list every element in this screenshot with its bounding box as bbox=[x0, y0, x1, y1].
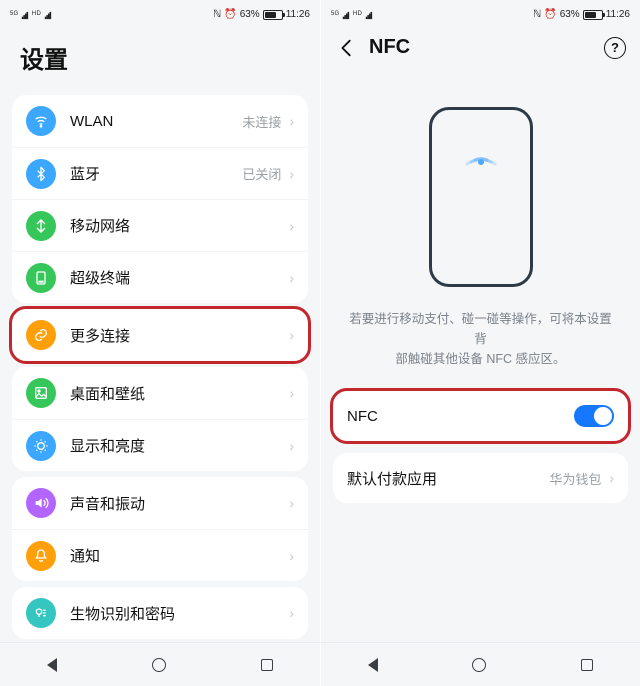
settings-row[interactable]: 超级终端 › bbox=[12, 251, 308, 303]
signal-bars-2 bbox=[45, 12, 51, 19]
chevron-right-icon: › bbox=[289, 495, 294, 511]
signal-bars-1 bbox=[22, 12, 28, 19]
nav-home-button[interactable] bbox=[152, 658, 166, 672]
chevron-right-icon: › bbox=[289, 605, 294, 621]
settings-group: WLAN未连接 › 蓝牙已关闭 › 移动网络 › 超级终端 › bbox=[12, 95, 308, 303]
link-icon bbox=[26, 320, 56, 350]
settings-row-label: 显示和亮度 bbox=[70, 435, 281, 456]
page-title: 设置 bbox=[0, 22, 320, 89]
alarm-icon: ⏰ bbox=[544, 9, 556, 20]
settings-row[interactable]: 显示和亮度 › bbox=[12, 419, 308, 471]
nfc-illustration bbox=[321, 67, 640, 297]
chevron-right-icon: › bbox=[289, 548, 294, 564]
settings-row[interactable]: 生物识别和密码 › bbox=[12, 587, 308, 639]
settings-row[interactable]: WLAN未连接 › bbox=[12, 95, 308, 147]
nav-bar bbox=[321, 642, 640, 686]
settings-row-label: 蓝牙 bbox=[70, 163, 242, 184]
back-button[interactable] bbox=[335, 37, 359, 59]
settings-row[interactable]: 蓝牙已关闭 › bbox=[12, 147, 308, 199]
clock: 11:26 bbox=[606, 9, 630, 20]
header: NFC ? bbox=[321, 22, 640, 67]
nfc-status-icon: ℕ bbox=[533, 9, 541, 20]
settings-row[interactable]: 更多连接 › bbox=[12, 309, 308, 361]
settings-group: 声音和振动 › 通知 › bbox=[12, 477, 308, 581]
nav-recents-button[interactable] bbox=[261, 659, 273, 671]
default-pay-app-row[interactable]: 默认付款应用 华为钱包 › bbox=[333, 453, 628, 503]
chevron-right-icon: › bbox=[609, 470, 614, 486]
settings-row-label: 声音和振动 bbox=[70, 493, 281, 514]
settings-row-label: 生物识别和密码 bbox=[70, 603, 281, 624]
nav-back-button[interactable] bbox=[47, 658, 57, 672]
status-bar: 5G HD ℕ ⏰ 63% 11:26 bbox=[0, 0, 320, 22]
hd-badge: HD bbox=[32, 11, 41, 17]
nav-home-button[interactable] bbox=[472, 658, 486, 672]
help-button[interactable]: ? bbox=[604, 37, 626, 59]
settings-row-label: 更多连接 bbox=[70, 325, 281, 346]
settings-row[interactable]: 通知 › bbox=[12, 529, 308, 581]
nfc-toggle-label: NFC bbox=[347, 408, 574, 425]
bell-icon bbox=[26, 541, 56, 571]
chevron-right-icon: › bbox=[289, 218, 294, 234]
chevron-right-icon: › bbox=[289, 270, 294, 286]
chevron-right-icon: › bbox=[289, 327, 294, 343]
clock: 11:26 bbox=[286, 9, 310, 20]
nav-recents-button[interactable] bbox=[581, 659, 593, 671]
battery-icon bbox=[583, 10, 603, 20]
status-bar: 5G HD ℕ ⏰ 63% 11:26 bbox=[321, 0, 640, 22]
wifi-icon bbox=[26, 106, 56, 136]
net-badge-1: 5G bbox=[331, 11, 339, 17]
net-badge-1: 5G bbox=[10, 11, 18, 17]
nav-bar bbox=[0, 642, 320, 686]
settings-row-value: 已关闭 bbox=[242, 164, 281, 183]
nfc-description: 若要进行移动支付、碰一碰等操作，可将本设置背 部触碰其他设备 NFC 感应区。 bbox=[321, 297, 640, 385]
signal-bars-2 bbox=[366, 12, 372, 19]
nav-back-button[interactable] bbox=[368, 658, 378, 672]
alarm-icon: ⏰ bbox=[224, 9, 236, 20]
settings-row-label: 桌面和壁纸 bbox=[70, 383, 281, 404]
settings-row-label: 超级终端 bbox=[70, 267, 281, 288]
settings-screen: 5G HD ℕ ⏰ 63% 11:26 设置 WLAN未连接›蓝牙已关闭›移动网… bbox=[0, 0, 320, 686]
wallpaper-icon bbox=[26, 378, 56, 408]
display-icon bbox=[26, 431, 56, 461]
nfc-status-icon: ℕ bbox=[213, 9, 221, 20]
chevron-right-icon: › bbox=[289, 438, 294, 454]
sound-icon bbox=[26, 488, 56, 518]
nfc-toggle-row: NFC bbox=[333, 391, 628, 441]
hd-badge: HD bbox=[353, 11, 362, 17]
settings-row[interactable]: 移动网络 › bbox=[12, 199, 308, 251]
nfc-screen: 5G HD ℕ ⏰ 63% 11:26 NFC ? bbox=[320, 0, 640, 686]
chevron-right-icon: › bbox=[289, 113, 294, 129]
settings-group: 桌面和壁纸 › 显示和亮度 › bbox=[12, 367, 308, 471]
battery-pct: 63% bbox=[240, 9, 260, 20]
battery-icon bbox=[263, 10, 283, 20]
settings-row[interactable]: 桌面和壁纸 › bbox=[12, 367, 308, 419]
device-icon bbox=[26, 263, 56, 293]
settings-row-label: 移动网络 bbox=[70, 215, 281, 236]
battery-pct: 63% bbox=[560, 9, 580, 20]
settings-group: 生物识别和密码 › bbox=[12, 587, 308, 639]
cellular-icon bbox=[26, 211, 56, 241]
settings-row-value: 未连接 bbox=[242, 112, 281, 131]
settings-group: 更多连接 › bbox=[12, 309, 308, 361]
default-pay-app-value: 华为钱包 bbox=[549, 469, 601, 488]
fingerprint-icon bbox=[26, 598, 56, 628]
chevron-right-icon: › bbox=[289, 166, 294, 182]
settings-row-label: WLAN bbox=[70, 113, 242, 130]
chevron-right-icon: › bbox=[289, 385, 294, 401]
page-title: NFC bbox=[369, 36, 410, 59]
nfc-wave-icon bbox=[451, 128, 511, 170]
default-pay-app-label: 默认付款应用 bbox=[347, 468, 549, 489]
nfc-toggle[interactable] bbox=[574, 405, 614, 427]
settings-row-label: 通知 bbox=[70, 545, 281, 566]
signal-bars-1 bbox=[343, 12, 349, 19]
settings-list: WLAN未连接›蓝牙已关闭›移动网络›超级终端›更多连接›桌面和壁纸›显示和亮度… bbox=[0, 89, 320, 686]
bluetooth-icon bbox=[26, 159, 56, 189]
settings-row[interactable]: 声音和振动 › bbox=[12, 477, 308, 529]
